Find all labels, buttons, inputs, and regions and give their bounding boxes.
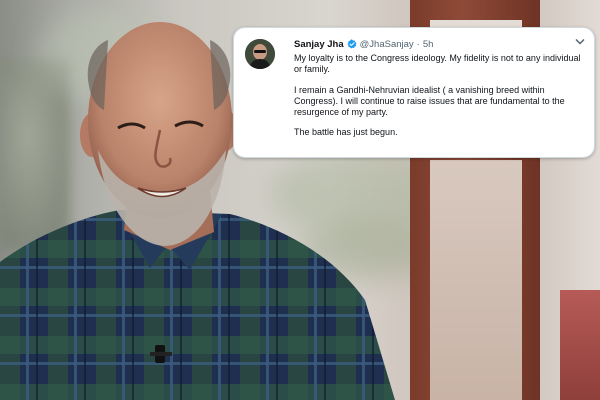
tweet-header: Sanjay Jha @JhaSanjay · 5h <box>294 37 582 51</box>
verified-badge-icon <box>347 39 357 49</box>
tweet-paragraph: I remain a Gandhi-Nehruvian idealist ( a… <box>294 84 565 118</box>
separator-dot: · <box>416 38 420 50</box>
avatar[interactable] <box>245 39 275 69</box>
tweet-paragraph: My loyalty is to the Congress ideology. … <box>294 53 581 75</box>
author-handle[interactable]: @JhaSanjay <box>360 39 414 50</box>
author-name[interactable]: Sanjay Jha <box>294 39 344 50</box>
tweet-text: My loyalty is to the Congress ideology. … <box>294 53 582 139</box>
tweet-paragraph: The battle has just begun. <box>294 127 398 138</box>
chevron-down-icon[interactable] <box>575 38 585 46</box>
tweet-card: Sanjay Jha @JhaSanjay · 5h My loyalty is… <box>233 27 595 158</box>
avatar-image <box>245 39 275 69</box>
tweet-timestamp[interactable]: 5h <box>423 39 434 50</box>
